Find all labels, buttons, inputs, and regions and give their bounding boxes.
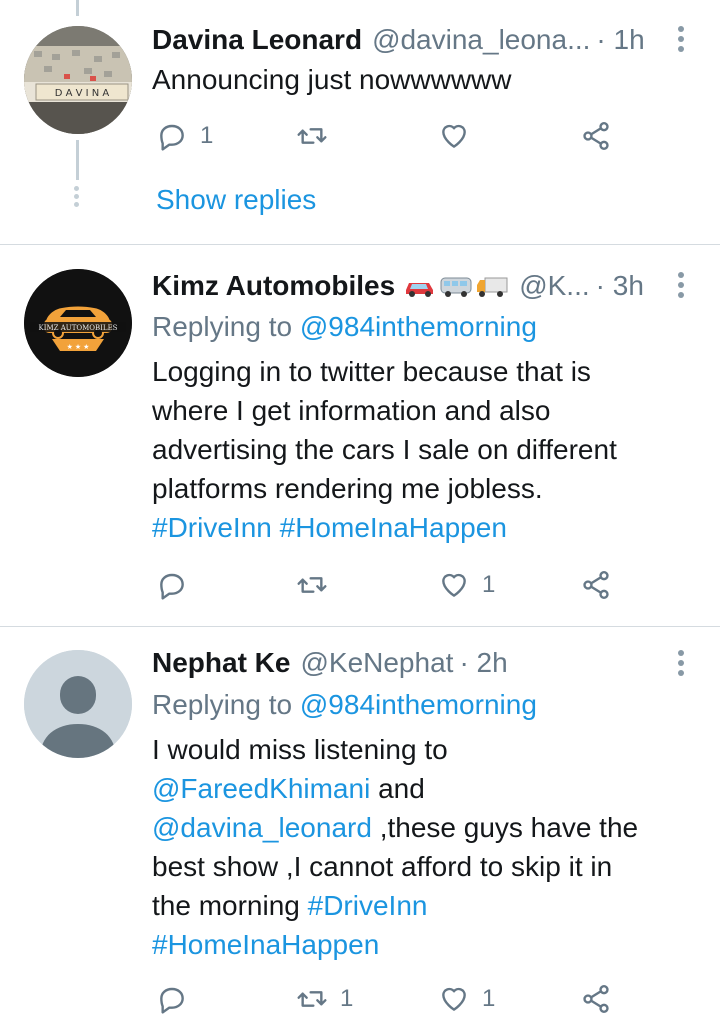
retweet-icon xyxy=(297,991,327,1007)
hashtag-homeinahappen[interactable]: #HomeInaHappen xyxy=(152,929,379,960)
like-icon xyxy=(442,573,466,597)
like-button[interactable]: 1 xyxy=(438,565,495,605)
retweet-button[interactable] xyxy=(296,565,340,605)
reply-count: 1 xyxy=(200,122,214,149)
delivery-truck-icon xyxy=(477,277,508,297)
thread-dots xyxy=(74,186,80,210)
retweet-button[interactable]: 1 xyxy=(296,979,353,1019)
thread-line-bottom xyxy=(76,140,79,180)
avatar-nephat[interactable] xyxy=(24,650,132,758)
tweet-text-line-2: @FareedKhimani and xyxy=(152,769,425,808)
replying-to-mention[interactable]: @984inthemorning xyxy=(300,689,537,720)
display-name[interactable]: Davina Leonard xyxy=(152,24,362,56)
timestamp[interactable]: · 3h xyxy=(596,270,644,302)
reply-button[interactable] xyxy=(156,979,200,1019)
share-button[interactable] xyxy=(580,979,612,1019)
text-these-guys: ,these guys have the xyxy=(371,812,639,843)
tweet-text-line-4: best show ,I cannot afford to skip it in xyxy=(152,851,613,882)
tweet-header: Kimz Automobiles @K... · 3h xyxy=(152,266,644,306)
reply-icon xyxy=(160,124,184,151)
vehicle-emojis xyxy=(403,274,509,298)
tweet-text: Announcing just nowwwwww xyxy=(152,64,512,95)
replying-to: Replying to @984inthemorning xyxy=(152,307,537,346)
avatar-tiles-text: D A V I N A xyxy=(55,88,110,99)
scrabble-board-image: D A V I N A xyxy=(24,26,132,134)
tweet-actions: 1 xyxy=(152,565,622,605)
share-button[interactable] xyxy=(580,565,612,605)
hashtag-line: #DriveInn #HomeInaHappen xyxy=(152,508,507,547)
tweet-text-line-6: #HomeInaHappen xyxy=(152,925,379,964)
tweet-text-line-4: platforms rendering me jobless. xyxy=(152,473,543,504)
tweet-text-line-2: where I get information and also xyxy=(152,395,551,426)
tweet-actions: 1 1 xyxy=(152,979,622,1019)
more-icon[interactable] xyxy=(678,26,684,56)
replying-label: Replying to xyxy=(152,311,293,342)
share-icon xyxy=(583,571,609,599)
reply-icon xyxy=(160,987,184,1014)
tweet-text-line-1: I would miss listening to xyxy=(152,734,448,765)
logo-stars: ★ ★ ★ xyxy=(67,343,90,351)
like-count: 1 xyxy=(482,571,496,598)
replying-to: Replying to @984inthemorning xyxy=(152,685,537,724)
red-car-icon xyxy=(406,283,434,297)
user-handle[interactable]: @K... xyxy=(519,270,589,302)
tweet-davina[interactable]: D A V I N A Davina Leonard @davina_leona… xyxy=(0,0,720,244)
tweet-text-line-5: the morning #DriveInn xyxy=(152,886,427,925)
avatar-davina[interactable]: D A V I N A xyxy=(24,26,132,134)
avatar-kimz[interactable]: KIMZ AUTOMOBILES ★ ★ ★ xyxy=(24,269,132,377)
text-and: and xyxy=(370,773,425,804)
reply-icon xyxy=(160,573,184,600)
like-icon xyxy=(442,124,466,148)
retweet-icon xyxy=(297,577,327,593)
reply-button[interactable] xyxy=(156,565,200,605)
tweet-nephat[interactable]: Nephat Ke @KeNephat · 2h Replying to @98… xyxy=(0,627,720,1014)
reply-button[interactable]: 1 xyxy=(156,116,213,156)
share-icon xyxy=(583,122,609,150)
tweet-actions: 1 xyxy=(152,116,622,156)
more-icon[interactable] xyxy=(678,650,684,680)
like-count: 1 xyxy=(482,985,496,1012)
text-the-morning: the morning xyxy=(152,890,308,921)
tweet-kimz[interactable]: KIMZ AUTOMOBILES ★ ★ ★ Kimz Automobiles … xyxy=(0,245,720,626)
retweet-icon xyxy=(297,128,327,144)
timestamp[interactable]: · 2h xyxy=(459,647,507,679)
retweet-button[interactable] xyxy=(296,116,340,156)
user-handle[interactable]: @KeNephat xyxy=(300,647,453,679)
thread-line-top xyxy=(76,0,79,16)
kimz-logo-image: KIMZ AUTOMOBILES ★ ★ ★ xyxy=(24,269,132,377)
mention-davina-leonard[interactable]: @davina_leonard xyxy=(152,812,372,843)
hashtag-driveinn[interactable]: #DriveInn xyxy=(152,512,272,543)
timestamp[interactable]: · 1h xyxy=(596,24,644,56)
default-avatar-icon xyxy=(24,650,132,758)
like-icon xyxy=(442,987,466,1011)
avatar-logo-text: KIMZ AUTOMOBILES xyxy=(39,324,118,332)
replying-label: Replying to xyxy=(152,689,293,720)
tweet-text-line-1: Logging in to twitter because that is xyxy=(152,356,591,387)
tweet-header: Davina Leonard @davina_leona... · 1h xyxy=(152,20,645,60)
like-button[interactable] xyxy=(438,116,482,156)
more-icon[interactable] xyxy=(678,272,684,302)
replying-to-mention[interactable]: @984inthemorning xyxy=(300,311,537,342)
display-name[interactable]: Nephat Ke xyxy=(152,647,290,679)
user-handle[interactable]: @davina_leona... xyxy=(372,24,590,56)
share-icon xyxy=(583,985,609,1013)
minibus-icon xyxy=(440,277,472,297)
tweet-text-line-3: advertising the cars I sale on different xyxy=(152,434,617,465)
tweet-header: Nephat Ke @KeNephat · 2h xyxy=(152,643,508,683)
hashtag-driveinn[interactable]: #DriveInn xyxy=(308,890,428,921)
mention-fareedkhimani[interactable]: @FareedKhimani xyxy=(152,773,370,804)
tweet-text-line-3: @davina_leonard ,these guys have the xyxy=(152,808,638,847)
display-name[interactable]: Kimz Automobiles xyxy=(152,270,395,302)
hashtag-homeinahappen[interactable]: #HomeInaHappen xyxy=(280,512,507,543)
show-replies-link[interactable]: Show replies xyxy=(156,184,316,216)
share-button[interactable] xyxy=(580,116,612,156)
retweet-count: 1 xyxy=(340,985,354,1012)
like-button[interactable]: 1 xyxy=(438,979,495,1019)
